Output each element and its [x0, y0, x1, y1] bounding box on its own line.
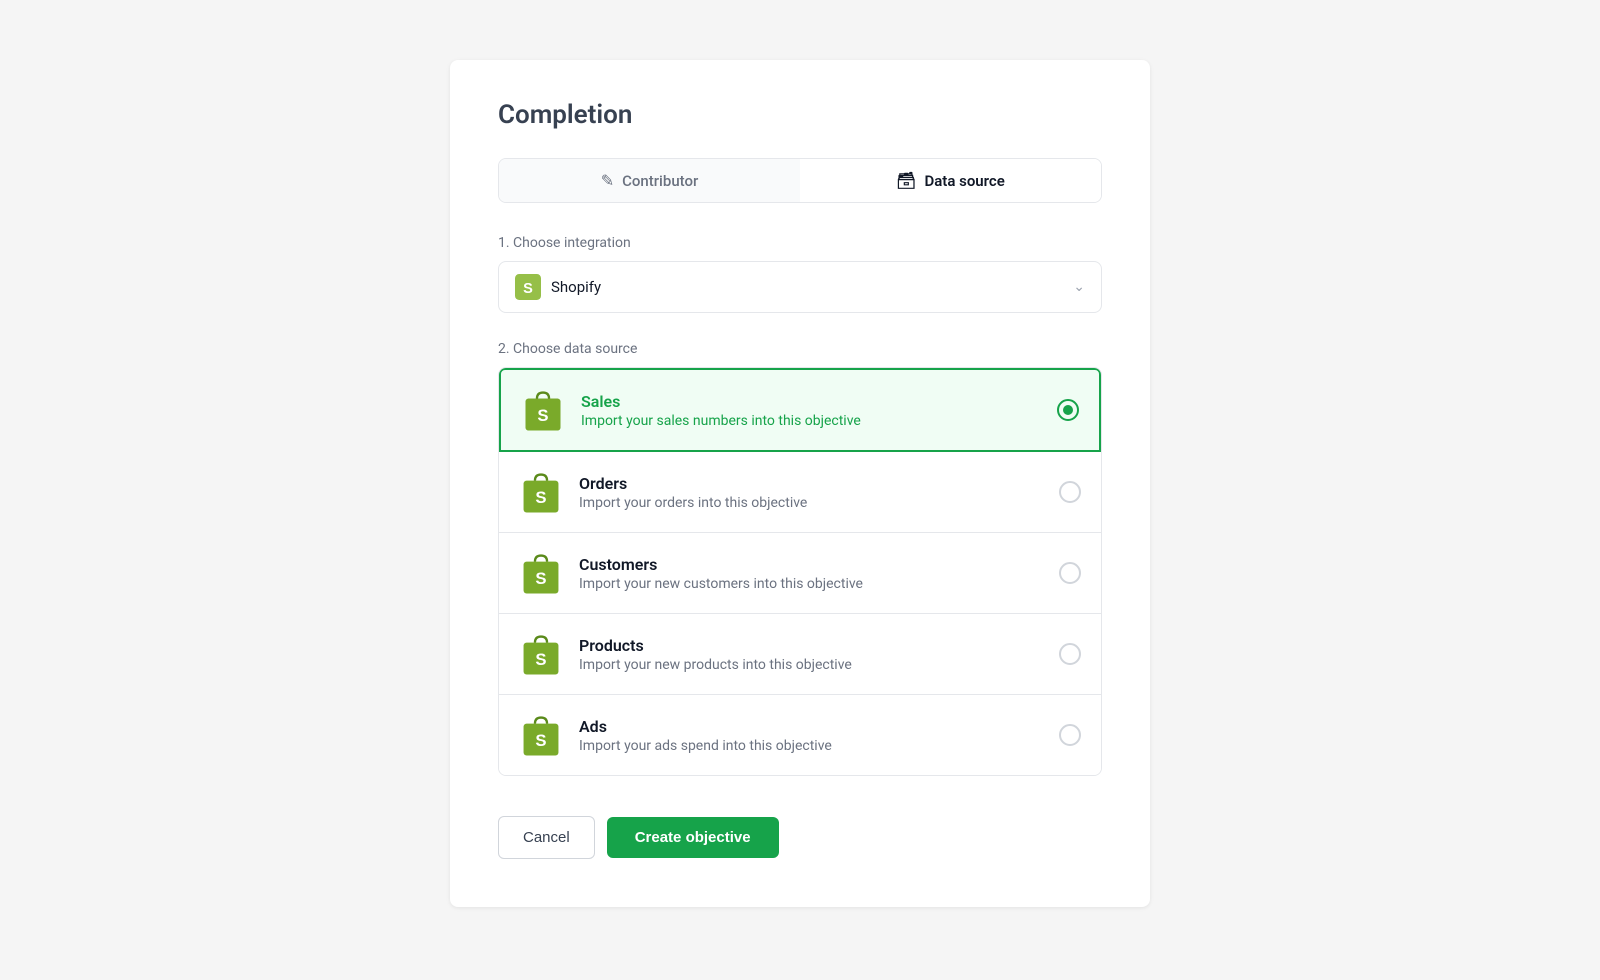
svg-text:S: S: [537, 406, 548, 425]
radio-ads[interactable]: [1059, 724, 1081, 746]
chevron-down-icon: ⌄: [1073, 279, 1085, 295]
data-source-item-sales[interactable]: S Sales Import your sales numbers into t…: [499, 368, 1101, 452]
tab-switcher: ✎ Contributor 🗃 Data source: [498, 158, 1102, 203]
create-objective-button[interactable]: Create objective: [607, 817, 779, 858]
data-source-text-orders: Orders Import your orders into this obje…: [579, 474, 1059, 511]
tab-contributor-label: Contributor: [622, 172, 698, 190]
radio-orders[interactable]: [1059, 481, 1081, 503]
svg-text:S: S: [535, 488, 546, 507]
data-source-item-ads[interactable]: S Ads Import your ads spend into this ob…: [499, 695, 1101, 775]
data-source-item-products[interactable]: S Products Import your new products into…: [499, 614, 1101, 695]
data-source-desc-orders: Import your orders into this objective: [579, 495, 1059, 511]
data-source-desc-sales: Import your sales numbers into this obje…: [581, 413, 1057, 429]
data-source-name-orders: Orders: [579, 474, 1059, 493]
shopify-bag-icon-products: S: [519, 632, 563, 676]
svg-text:S: S: [523, 281, 533, 297]
integration-select-left: S Shopify: [515, 274, 601, 300]
cancel-button[interactable]: Cancel: [498, 816, 595, 859]
radio-inner-sales: [1063, 405, 1073, 415]
data-source-text-ads: Ads Import your ads spend into this obje…: [579, 717, 1059, 754]
page-container: Completion ✎ Contributor 🗃 Data source 1…: [20, 40, 1580, 940]
data-source-name-products: Products: [579, 636, 1059, 655]
data-source-item-customers[interactable]: S Customers Import your new customers in…: [499, 533, 1101, 614]
svg-text:S: S: [535, 650, 546, 669]
person-icon: ✎: [601, 171, 614, 190]
integration-section-label: 1. Choose integration: [498, 235, 1102, 251]
tab-contributor[interactable]: ✎ Contributor: [499, 159, 800, 202]
tab-data-source[interactable]: 🗃 Data source: [800, 159, 1101, 202]
data-source-item-orders[interactable]: S Orders Import your orders into this ob…: [499, 452, 1101, 533]
svg-text:S: S: [535, 731, 546, 750]
data-source-desc-ads: Import your ads spend into this objectiv…: [579, 738, 1059, 754]
radio-products[interactable]: [1059, 643, 1081, 665]
data-source-desc-products: Import your new products into this objec…: [579, 657, 1059, 673]
data-source-text-sales: Sales Import your sales numbers into thi…: [581, 392, 1057, 429]
database-icon: 🗃: [896, 171, 916, 190]
radio-customers[interactable]: [1059, 562, 1081, 584]
footer-buttons: Cancel Create objective: [498, 816, 1102, 859]
data-source-text-products: Products Import your new products into t…: [579, 636, 1059, 673]
data-source-text-customers: Customers Import your new customers into…: [579, 555, 1059, 592]
svg-text:S: S: [535, 569, 546, 588]
data-source-list: S Sales Import your sales numbers into t…: [498, 367, 1102, 776]
shopify-bag-icon-sales: S: [521, 388, 565, 432]
main-content: Completion ✎ Contributor 🗃 Data source 1…: [450, 60, 1150, 907]
data-source-name-ads: Ads: [579, 717, 1059, 736]
data-source-desc-customers: Import your new customers into this obje…: [579, 576, 1059, 592]
shopify-bag-icon-customers: S: [519, 551, 563, 595]
page-title: Completion: [498, 100, 1102, 130]
tab-data-source-label: Data source: [924, 172, 1004, 190]
data-source-name-customers: Customers: [579, 555, 1059, 574]
datasource-section-label: 2. Choose data source: [498, 341, 1102, 357]
shopify-bag-icon-orders: S: [519, 470, 563, 514]
radio-sales[interactable]: [1057, 399, 1079, 421]
integration-select[interactable]: S Shopify ⌄: [498, 261, 1102, 313]
shopify-bag-icon-ads: S: [519, 713, 563, 757]
integration-selected-value: Shopify: [551, 278, 601, 296]
shopify-logo-icon: S: [515, 274, 541, 300]
data-source-name-sales: Sales: [581, 392, 1057, 411]
